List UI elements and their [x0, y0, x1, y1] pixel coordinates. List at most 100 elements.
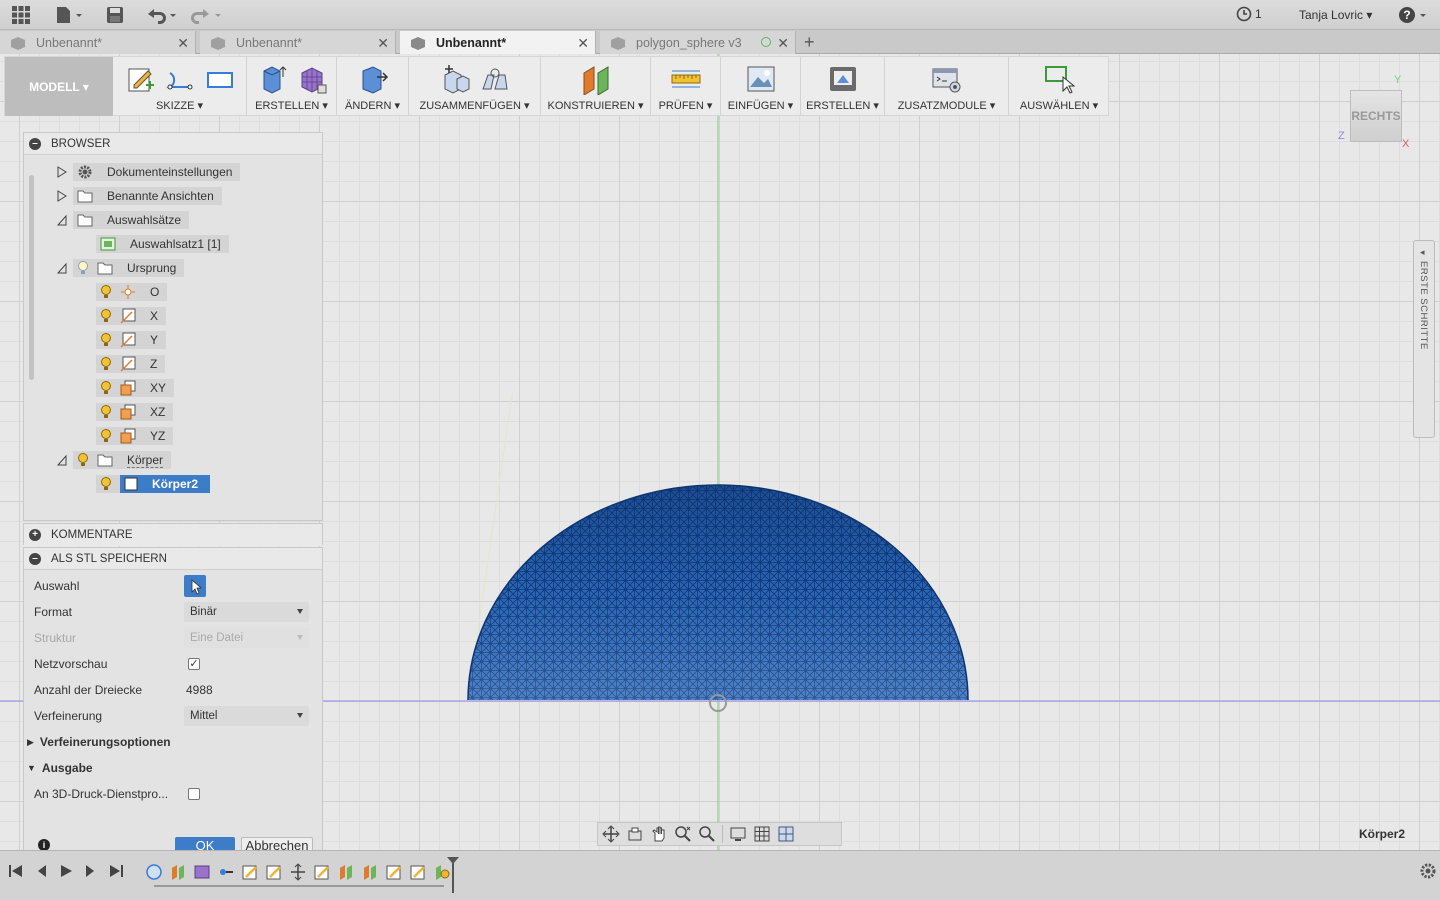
tree-item-origin-point[interactable]: O [96, 282, 168, 302]
3d-print-icon[interactable] [827, 63, 859, 95]
tree-item-plane-yz[interactable]: YZ [96, 426, 174, 446]
measure-icon[interactable] [670, 63, 702, 95]
plane-feature-icon[interactable] [337, 863, 355, 881]
expand-panel-icon[interactable]: + [29, 529, 41, 541]
tree-item-selection-sets[interactable]: Auswahlsätze [57, 210, 190, 230]
plane-feature-icon[interactable] [169, 863, 187, 881]
extrude-icon[interactable] [256, 63, 288, 95]
toolbar-group-einfuegen[interactable]: EINFÜGEN ▾ [721, 57, 801, 116]
toolbar-group-erstellen-2[interactable]: ERSTELLEN ▾ [801, 57, 885, 116]
tree-item-document-settings[interactable]: Dokumenteinstellungen [57, 162, 241, 182]
sketch-feature-icon[interactable] [409, 863, 427, 881]
toolbar-group-zusammenfuegen[interactable]: ZUSAMMENFÜGEN ▾ [409, 57, 541, 116]
comments-header[interactable]: + KOMMENTARE [24, 524, 322, 546]
viewports-icon[interactable] [777, 825, 795, 843]
close-icon[interactable]: ✕ [377, 35, 389, 52]
lightbulb-icon[interactable] [100, 332, 112, 348]
offset-plane-icon[interactable] [580, 63, 612, 95]
orbit-icon[interactable] [602, 825, 620, 843]
previous-frame-icon[interactable] [34, 863, 50, 879]
tree-item-bodies[interactable]: Körper [57, 450, 172, 470]
sketch-feature-icon[interactable] [265, 863, 283, 881]
scripts-addins-icon[interactable] [931, 63, 963, 95]
format-select[interactable]: Binär [184, 602, 309, 622]
tab-document-1[interactable]: Unbenannt* ✕ [0, 31, 196, 54]
tree-item-origin[interactable]: Ursprung [57, 258, 185, 278]
press-pull-icon[interactable] [357, 63, 389, 95]
line-icon[interactable] [164, 63, 196, 95]
form-feature-icon[interactable] [193, 863, 211, 881]
collapse-tree-icon[interactable] [57, 262, 67, 274]
save-icon[interactable] [106, 5, 124, 25]
sketch-feature-icon[interactable] [241, 863, 259, 881]
expand-icon[interactable] [57, 190, 67, 202]
last-frame-icon[interactable] [108, 863, 124, 879]
next-frame-icon[interactable] [82, 863, 98, 879]
toolbar-group-auswaehlen[interactable]: AUSWÄHLEN ▾ [1009, 57, 1109, 116]
toolbar-group-aendern[interactable]: ÄNDERN ▾ [337, 57, 409, 116]
lightbulb-icon[interactable] [100, 476, 112, 492]
close-icon[interactable]: ✕ [577, 35, 589, 52]
file-menu-icon[interactable] [55, 5, 83, 25]
tree-item-axis-x[interactable]: X [96, 306, 167, 326]
play-icon[interactable] [58, 863, 74, 879]
help-icon[interactable]: ? [1398, 5, 1430, 25]
rectangle-icon[interactable] [204, 63, 236, 95]
grid-menu-icon[interactable] [12, 5, 30, 25]
new-tab-button[interactable]: + [804, 32, 815, 53]
tree-item-axis-y[interactable]: Y [96, 330, 167, 350]
sketch-create-icon[interactable] [124, 63, 156, 95]
lightbulb-icon[interactable] [100, 284, 112, 300]
zoom-window-icon[interactable] [698, 825, 716, 843]
print-service-checkbox[interactable] [188, 788, 200, 800]
tree-item-plane-xy[interactable]: XY [96, 378, 175, 398]
user-menu[interactable]: Tanja Lovric ▾ [1299, 8, 1372, 22]
tree-item-axis-z[interactable]: Z [96, 354, 166, 374]
refinement-select[interactable]: Mittel [184, 706, 309, 726]
browser-header[interactable]: – BROWSER [24, 133, 322, 155]
stl-dialog-header[interactable]: – ALS STL SPEICHERN [24, 548, 322, 570]
redo-icon[interactable] [190, 5, 224, 25]
output-toggle[interactable]: ▼ Ausgabe [27, 758, 93, 778]
mesh-body[interactable] [468, 480, 968, 705]
lightbulb-icon[interactable] [100, 428, 112, 444]
mesh-preview-checkbox[interactable]: ✓ [188, 658, 200, 670]
close-icon[interactable]: ✕ [777, 35, 789, 52]
joint-icon[interactable] [479, 63, 511, 95]
tree-item-plane-xz[interactable]: XZ [96, 402, 174, 422]
browser-scrollbar[interactable] [29, 175, 34, 380]
move-feature-icon[interactable] [289, 863, 307, 881]
lightbulb-icon[interactable] [100, 404, 112, 420]
timeline-marker[interactable] [447, 857, 459, 895]
job-status[interactable]: 1 [1236, 6, 1262, 22]
collapse-icon[interactable]: – [29, 137, 41, 150]
toolbar-group-skizze[interactable]: SKIZZE ▾ [113, 57, 247, 116]
look-at-icon[interactable] [626, 825, 644, 843]
sketch-feature-icon[interactable] [385, 863, 403, 881]
view-cube[interactable]: RECHTS [1350, 90, 1402, 142]
new-component-icon[interactable] [439, 63, 471, 95]
tab-document-4[interactable]: polygon_sphere v3 ✕ [600, 31, 796, 54]
getting-started-tab[interactable]: ◂ ERSTE SCHRITTE [1413, 240, 1435, 438]
gear-icon[interactable] [1419, 862, 1437, 880]
undo-icon[interactable] [145, 5, 179, 25]
toolbar-group-konstruieren[interactable]: KONSTRUIEREN ▾ [541, 57, 651, 116]
grid-settings-icon[interactable] [753, 825, 771, 843]
pan-hand-icon[interactable] [650, 825, 668, 843]
joint-feature-icon[interactable] [217, 863, 235, 881]
refinement-options-toggle[interactable]: ▶ Verfeinerungsoptionen [27, 732, 171, 752]
select-icon[interactable] [1043, 63, 1075, 95]
close-icon[interactable]: ✕ [177, 35, 189, 52]
sketch-feature-icon[interactable] [313, 863, 331, 881]
first-frame-icon[interactable] [8, 863, 24, 879]
expand-icon[interactable] [57, 166, 67, 178]
sphere-feature-icon[interactable] [145, 863, 163, 881]
toolbar-group-zusatzmodule[interactable]: ZUSATZMODULE ▾ [885, 57, 1009, 116]
selection-button[interactable] [184, 575, 206, 597]
lightbulb-icon[interactable] [100, 356, 112, 372]
tree-item-body-2[interactable]: Körper2 [96, 474, 211, 494]
form-icon[interactable] [296, 63, 328, 95]
toolbar-group-pruefen[interactable]: PRÜFEN ▾ [651, 57, 721, 116]
lightbulb-icon[interactable] [77, 260, 89, 276]
lightbulb-icon[interactable] [100, 308, 112, 324]
